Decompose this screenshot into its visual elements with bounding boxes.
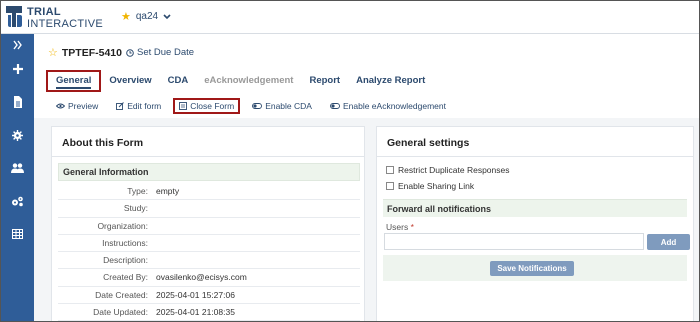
divider (377, 156, 693, 157)
form-icon (179, 102, 188, 110)
enable-sharing-checkbox[interactable] (386, 182, 394, 190)
tab-eacknowledgement[interactable]: eAcknowledgement (196, 70, 301, 92)
study-name: qa24 (135, 11, 159, 22)
tab-overview[interactable]: Overview (101, 70, 159, 92)
info-row-type: Type: empty (58, 183, 360, 201)
general-information-header: General Information (58, 163, 360, 181)
eye-icon (56, 103, 65, 109)
enable-sharing-option: Enable Sharing Link (386, 181, 474, 191)
form-header: ☆ TPTEF-5410 Set Due Date General Overvi… (34, 34, 699, 118)
main-content: ☆ TPTEF-5410 Set Due Date General Overvi… (34, 34, 699, 321)
enable-eacknowledgement-button[interactable]: Enable eAcknowledgement (330, 101, 446, 111)
star-outline-icon[interactable]: ☆ (48, 46, 58, 59)
top-bar: TRIAL INTERACTIVE ★ qa24 (1, 1, 699, 34)
about-form-panel: About this Form General Information Type… (51, 126, 365, 321)
form-title: ☆ TPTEF-5410 (48, 46, 122, 60)
tab-analyze-report[interactable]: Analyze Report (348, 70, 433, 92)
enable-cda-button[interactable]: Enable CDA (252, 101, 312, 111)
logo-text-line2: INTERACTIVE (27, 18, 104, 30)
info-row-date-created: Date Created: 2025-04-01 15:27:06 (58, 287, 360, 305)
info-row-study: Study: (58, 200, 360, 218)
restrict-duplicate-checkbox[interactable] (386, 166, 394, 174)
save-notifications-button[interactable]: Save Notifications (490, 261, 574, 276)
close-form-button[interactable]: Close Form (173, 98, 241, 114)
info-row-description: Description: (58, 252, 360, 270)
form-id: TPTEF-5410 (61, 46, 122, 59)
table-icon[interactable] (1, 225, 34, 243)
preview-button[interactable]: Preview (56, 101, 98, 111)
info-row-instructions: Instructions: (58, 235, 360, 253)
add-user-button[interactable]: Add (647, 234, 690, 250)
divider (52, 156, 364, 157)
star-icon[interactable]: ★ (121, 10, 131, 23)
general-settings-panel: General settings Restrict Duplicate Resp… (376, 126, 694, 321)
info-row-organization: Organization: (58, 218, 360, 235)
general-information-list: Type: empty Study: Organization: Instruct… (58, 183, 360, 321)
logo-mark-icon (6, 6, 22, 27)
about-form-title: About this Form (62, 137, 144, 149)
edit-form-button[interactable]: Edit form (116, 101, 161, 111)
tab-report[interactable]: Report (301, 70, 348, 92)
users-icon[interactable] (1, 159, 34, 177)
cogs-icon[interactable] (1, 192, 34, 210)
gear-icon[interactable] (1, 126, 34, 144)
form-tabs: General Overview CDA eAcknowledgement Re… (46, 70, 433, 92)
save-notifications-bar: Save Notifications (383, 255, 687, 281)
toggle-icon (252, 103, 263, 109)
form-actions: Preview Edit form Close Form Enable CDA … (56, 98, 464, 114)
app-window: TRIAL INTERACTIVE ★ qa24 ☆ TPTEF-5410 Se… (0, 0, 700, 322)
restrict-duplicate-label: Restrict Duplicate Responses (398, 165, 510, 175)
study-selector[interactable]: ★ qa24 (121, 10, 171, 23)
edit-icon (116, 102, 125, 110)
info-row-created-by: Created By: ovasilenko@ecisys.com (58, 269, 360, 287)
chevron-down-icon[interactable] (163, 12, 171, 22)
users-input[interactable] (384, 233, 644, 250)
set-due-date-link[interactable]: Set Due Date (126, 47, 194, 58)
info-row-date-updated: Date Updated: 2025-04-01 21:08:35 (58, 304, 360, 321)
logo-text-line1: TRIAL (27, 6, 61, 18)
forward-notifications-header: Forward all notifications (383, 199, 687, 217)
general-settings-title: General settings (387, 137, 470, 149)
sidebar (1, 34, 34, 321)
enable-sharing-label: Enable Sharing Link (398, 181, 475, 191)
restrict-duplicate-option: Restrict Duplicate Responses (386, 165, 510, 175)
tab-cda[interactable]: CDA (160, 70, 197, 92)
clock-icon (126, 48, 134, 57)
toggle-icon (330, 103, 340, 109)
plus-icon[interactable] (1, 60, 34, 78)
document-icon[interactable] (1, 93, 34, 111)
double-chevron-right-icon[interactable] (1, 36, 34, 54)
trial-interactive-logo[interactable]: TRIAL INTERACTIVE (5, 4, 115, 30)
tab-general[interactable]: General (46, 70, 102, 92)
users-label: Users * (386, 222, 414, 232)
set-due-date-label: Set Due Date (137, 47, 195, 58)
